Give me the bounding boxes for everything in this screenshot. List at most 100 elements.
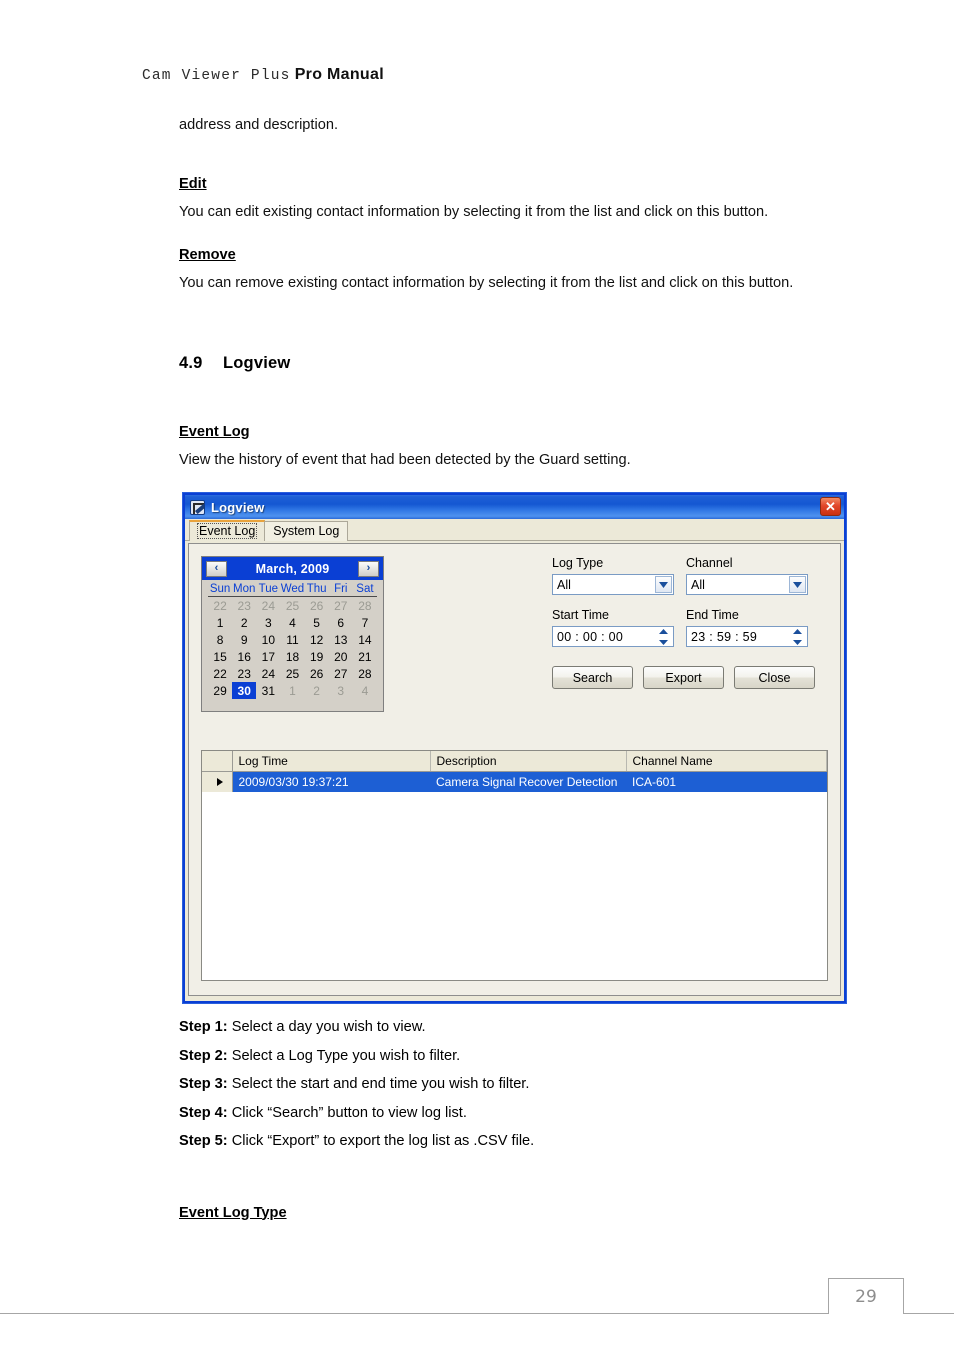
calendar-day[interactable]: 19 xyxy=(305,648,329,665)
calendar-day[interactable]: 10 xyxy=(256,631,280,648)
section-heading: 4.9 Logview xyxy=(179,351,839,375)
column-header-log-time[interactable]: Log Time xyxy=(232,751,431,772)
calendar-day[interactable]: 23 xyxy=(232,597,256,615)
log-list-grid[interactable]: Log Time Description Channel Name 2009/0… xyxy=(201,750,828,981)
calendar-day[interactable]: 31 xyxy=(256,682,280,699)
step-text: Select a Log Type you wish to filter. xyxy=(227,1047,461,1064)
page-number: 29 xyxy=(855,1286,877,1307)
calendar-day[interactable]: 20 xyxy=(329,648,353,665)
calendar-day[interactable]: 24 xyxy=(256,665,280,682)
spinner-down-icon xyxy=(793,640,802,645)
chevron-down-icon[interactable] xyxy=(655,576,672,593)
calendar-weekday: Thu xyxy=(304,582,329,597)
logview-dialog: Logview ✕ Event Log System Log ‹ March, … xyxy=(183,493,846,1003)
dialog-titlebar: Logview ✕ xyxy=(185,495,844,519)
remove-paragraph: You can remove existing contact informat… xyxy=(179,275,794,291)
steps-section: Step 1: Select a day you wish to view. S… xyxy=(179,1013,839,1226)
column-header-channel-name[interactable]: Channel Name xyxy=(626,751,827,772)
calendar-day[interactable]: 2 xyxy=(232,614,256,631)
spinner-down-icon xyxy=(659,640,668,645)
event-log-paragraph: View the history of event that had been … xyxy=(179,452,631,468)
calendar-day[interactable]: 24 xyxy=(256,597,280,615)
start-time-input[interactable]: 00 : 00 : 00 xyxy=(552,626,674,647)
calendar-day[interactable]: 29 xyxy=(208,682,232,699)
calendar-weekday: Wed xyxy=(280,582,305,597)
calendar-day[interactable]: 16 xyxy=(232,648,256,665)
section-number: 4.9 xyxy=(179,354,203,372)
calendar-day[interactable]: 11 xyxy=(280,631,304,648)
close-button[interactable]: Close xyxy=(734,666,815,689)
calendar-day[interactable]: 21 xyxy=(353,648,377,665)
calendar-day[interactable]: 27 xyxy=(329,597,353,615)
calendar-month-year-label: March, 2009 xyxy=(255,561,330,576)
calendar-days-body: 22 23 24 25 26 27 28 1 2 3 4 5 6 7 8 9 10 11 12 13 14 15 16 17 1… xyxy=(208,597,377,699)
calendar-day[interactable]: 8 xyxy=(208,631,232,648)
calendar-day[interactable]: 9 xyxy=(232,631,256,648)
table-row[interactable]: 2009/03/30 19:37:21 Camera Signal Recove… xyxy=(202,771,827,792)
tab-event-log[interactable]: Event Log xyxy=(189,520,266,541)
search-button[interactable]: Search xyxy=(552,666,633,689)
column-header-description[interactable]: Description xyxy=(430,751,627,772)
tab-system-log[interactable]: System Log xyxy=(264,521,349,541)
end-time-stepper[interactable] xyxy=(790,629,805,645)
section-title: Logview xyxy=(223,354,291,372)
end-time-field: End Time 23 : 59 : 59 xyxy=(686,608,808,647)
calendar-next-month-button[interactable]: › xyxy=(358,560,379,577)
end-time-input[interactable]: 23 : 59 : 59 xyxy=(686,626,808,647)
date-picker-calendar: ‹ March, 2009 › Sun Mon Tue Wed Thu Fri xyxy=(201,556,384,712)
channel-select[interactable]: All xyxy=(686,574,808,595)
calendar-day[interactable]: 6 xyxy=(329,614,353,631)
calendar-prev-month-button[interactable]: ‹ xyxy=(206,560,227,577)
calendar-day[interactable]: 23 xyxy=(232,665,256,682)
calendar-day[interactable]: 28 xyxy=(353,597,377,615)
remove-heading: Remove xyxy=(179,247,236,263)
calendar-day[interactable]: 22 xyxy=(208,597,232,615)
cell-log-time: 2009/03/30 19:37:21 xyxy=(232,771,430,792)
calendar-day[interactable]: 7 xyxy=(353,614,377,631)
calendar-day[interactable]: 26 xyxy=(305,597,329,615)
calendar-day[interactable]: 18 xyxy=(280,648,304,665)
close-icon[interactable]: ✕ xyxy=(820,497,841,516)
log-table: Log Time Description Channel Name 2009/0… xyxy=(202,751,827,792)
step-item: Step 3: Select the start and end time yo… xyxy=(179,1070,839,1099)
calendar-day[interactable]: 22 xyxy=(208,665,232,682)
calendar-day[interactable]: 28 xyxy=(353,665,377,682)
step-text: Select a day you wish to view. xyxy=(227,1019,426,1035)
page-content: address and description. Edit You can ed… xyxy=(179,110,839,476)
calendar-day[interactable]: 1 xyxy=(280,682,304,699)
calendar-day[interactable]: 17 xyxy=(256,648,280,665)
end-time-value: 23 : 59 : 59 xyxy=(691,629,758,644)
calendar-day[interactable]: 5 xyxy=(305,614,329,631)
step-label: Step 2: xyxy=(179,1047,228,1064)
calendar-week-row: 29 30 31 1 2 3 4 xyxy=(208,682,377,699)
step-label: Step 3: xyxy=(179,1076,228,1092)
calendar-day[interactable]: 25 xyxy=(280,597,304,615)
export-button[interactable]: Export xyxy=(643,666,724,689)
calendar-day[interactable]: 13 xyxy=(329,631,353,648)
start-time-stepper[interactable] xyxy=(656,629,671,645)
calendar-day[interactable]: 2 xyxy=(305,682,329,699)
log-type-value: All xyxy=(557,577,571,592)
dialog-action-buttons: Search Export Close xyxy=(552,666,817,689)
calendar-day[interactable]: 1 xyxy=(208,614,232,631)
calendar-day[interactable]: 27 xyxy=(329,665,353,682)
calendar-day[interactable]: 15 xyxy=(208,648,232,665)
calendar-day[interactable]: 25 xyxy=(280,665,304,682)
calendar-day[interactable]: 26 xyxy=(305,665,329,682)
calendar-day[interactable]: 3 xyxy=(329,682,353,699)
calendar-weekday: Mon xyxy=(232,582,257,597)
log-type-select[interactable]: All xyxy=(552,574,674,595)
calendar-day[interactable]: 14 xyxy=(353,631,377,648)
calendar-header: ‹ March, 2009 › xyxy=(202,557,383,580)
current-row-triangle-icon xyxy=(216,778,223,786)
calendar-day[interactable]: 3 xyxy=(256,614,280,631)
calendar-day-selected[interactable]: 30 xyxy=(232,682,257,699)
calendar-week-row: 15 16 17 18 19 20 21 xyxy=(208,648,377,665)
calendar-day[interactable]: 4 xyxy=(353,682,377,699)
chevron-down-icon[interactable] xyxy=(789,576,806,593)
tab-event-log-label: Event Log xyxy=(196,523,258,539)
calendar-day[interactable]: 12 xyxy=(305,631,329,648)
step-item: Step 1: Select a day you wish to view. xyxy=(179,1013,839,1042)
calendar-day[interactable]: 4 xyxy=(280,614,304,631)
